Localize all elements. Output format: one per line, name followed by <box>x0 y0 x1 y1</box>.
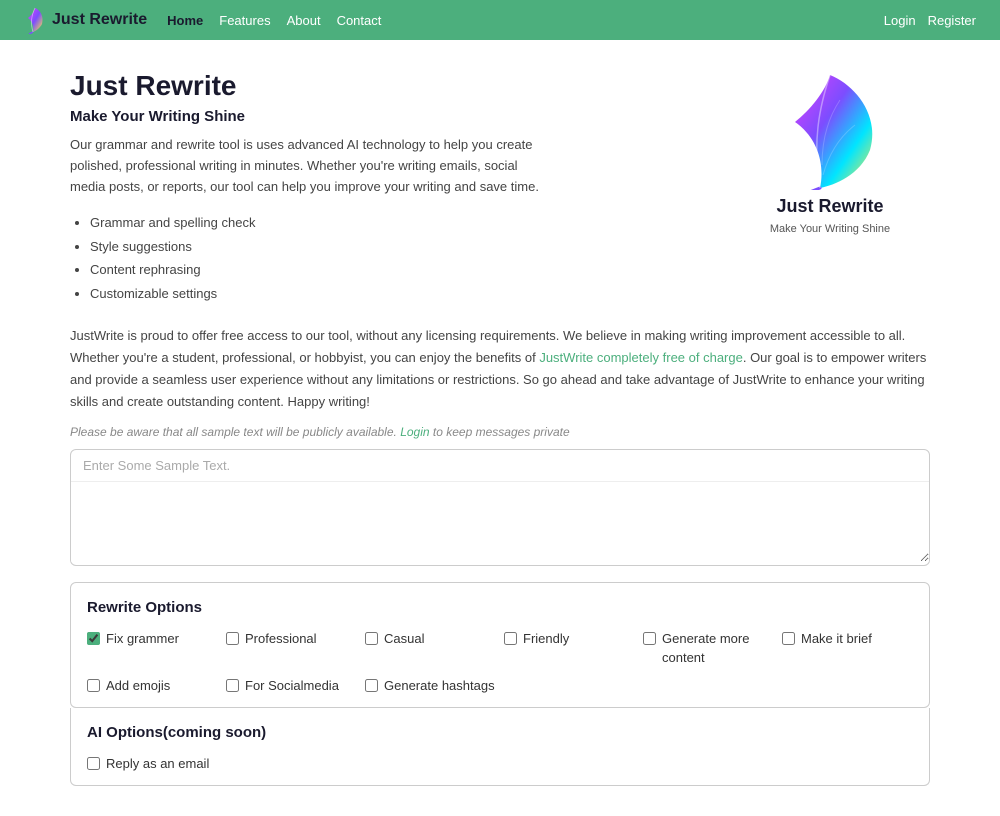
sample-text-input[interactable] <box>71 482 929 562</box>
login-link[interactable]: Login <box>884 13 916 28</box>
option-add-emojis-checkbox[interactable] <box>87 679 100 692</box>
notice-login-link[interactable]: Login <box>400 425 429 439</box>
feature-item: Grammar and spelling check <box>90 211 550 234</box>
hero-description: Our grammar and rewrite tool is uses adv… <box>70 135 550 197</box>
rewrite-options-title: Rewrite Options <box>87 599 913 616</box>
option-for-socialmedia-label[interactable]: For Socialmedia <box>245 677 339 695</box>
option-reply-as-email-label[interactable]: Reply as an email <box>106 755 209 773</box>
navbar-brand[interactable]: Just Rewrite <box>24 6 147 34</box>
option-fix-grammer-checkbox[interactable] <box>87 632 100 645</box>
option-casual: Casual <box>365 630 496 666</box>
option-generate-more: Generate more content <box>643 630 774 666</box>
option-make-brief-checkbox[interactable] <box>782 632 795 645</box>
option-for-socialmedia: For Socialmedia <box>226 677 357 695</box>
nav-features[interactable]: Features <box>219 12 270 28</box>
option-friendly: Friendly <box>504 630 635 666</box>
option-generate-hashtags-label[interactable]: Generate hashtags <box>384 677 495 695</box>
hero-feature-list: Grammar and spelling check Style suggest… <box>70 211 550 305</box>
navbar-left: Just Rewrite Home Features About Contact <box>24 6 381 34</box>
option-reply-as-email-checkbox[interactable] <box>87 757 100 770</box>
hero-logo-area: Just Rewrite Make Your Writing Shine <box>730 70 930 235</box>
options-row-1: Fix grammer Professional Casual Friendly… <box>87 630 913 666</box>
feature-item: Style suggestions <box>90 235 550 258</box>
option-professional: Professional <box>226 630 357 666</box>
nav-about[interactable]: About <box>287 12 321 28</box>
option-reply-as-email: Reply as an email <box>87 755 913 773</box>
main-container: Just Rewrite Make Your Writing Shine Our… <box>50 40 950 816</box>
hero-subtitle: Make Your Writing Shine <box>70 108 550 125</box>
ai-options-section: AI Options(coming soon) Reply as an emai… <box>70 708 930 786</box>
sample-text-container: Enter Some Sample Text. <box>70 449 930 566</box>
nav-home[interactable]: Home <box>167 12 203 28</box>
feature-item: Customizable settings <box>90 282 550 305</box>
notice-before: Please be aware that all sample text wil… <box>70 425 397 439</box>
option-professional-checkbox[interactable] <box>226 632 239 645</box>
navbar-links: Home Features About Contact <box>167 12 381 28</box>
hero-section: Just Rewrite Make Your Writing Shine Our… <box>70 70 930 305</box>
option-make-brief: Make it brief <box>782 630 913 666</box>
option-professional-label[interactable]: Professional <box>245 630 317 648</box>
options-row-2: Add emojis For Socialmedia Generate hash… <box>87 677 913 695</box>
nav-contact[interactable]: Contact <box>337 12 382 28</box>
brand-name: Just Rewrite <box>52 11 147 29</box>
free-link[interactable]: JustWrite completely free of charge <box>539 350 743 365</box>
brand-logo-icon <box>24 6 46 34</box>
option-for-socialmedia-checkbox[interactable] <box>226 679 239 692</box>
option-fix-grammer-label[interactable]: Fix grammer <box>106 630 179 648</box>
register-link[interactable]: Register <box>928 13 976 28</box>
textarea-placeholder-label: Enter Some Sample Text. <box>71 450 929 482</box>
notice-after: to keep messages private <box>433 425 570 439</box>
option-friendly-checkbox[interactable] <box>504 632 517 645</box>
ai-options-title: AI Options(coming soon) <box>87 724 913 741</box>
option-add-emojis: Add emojis <box>87 677 218 695</box>
option-generate-hashtags: Generate hashtags <box>365 677 496 695</box>
navbar-right: Login Register <box>884 13 976 28</box>
option-add-emojis-label[interactable]: Add emojis <box>106 677 170 695</box>
logo-tagline: Make Your Writing Shine <box>770 223 890 235</box>
option-casual-label[interactable]: Casual <box>384 630 424 648</box>
option-fix-grammer: Fix grammer <box>87 630 218 666</box>
hero-title: Just Rewrite <box>70 70 550 102</box>
option-friendly-label[interactable]: Friendly <box>523 630 569 648</box>
logo-illustration <box>760 70 900 190</box>
option-generate-hashtags-checkbox[interactable] <box>365 679 378 692</box>
logo-brand-name: Just Rewrite <box>776 196 883 217</box>
hero-text: Just Rewrite Make Your Writing Shine Our… <box>70 70 550 305</box>
feature-item: Content rephrasing <box>90 258 550 281</box>
navbar: Just Rewrite Home Features About Contact… <box>0 0 1000 40</box>
option-generate-more-label[interactable]: Generate more content <box>662 630 774 666</box>
rewrite-options-section: Rewrite Options Fix grammer Professional… <box>70 582 930 708</box>
option-casual-checkbox[interactable] <box>365 632 378 645</box>
option-generate-more-checkbox[interactable] <box>643 632 656 645</box>
info-paragraph: JustWrite is proud to offer free access … <box>70 325 930 413</box>
hero-feather-icon <box>760 70 900 190</box>
public-notice: Please be aware that all sample text wil… <box>70 425 930 439</box>
option-make-brief-label[interactable]: Make it brief <box>801 630 872 648</box>
